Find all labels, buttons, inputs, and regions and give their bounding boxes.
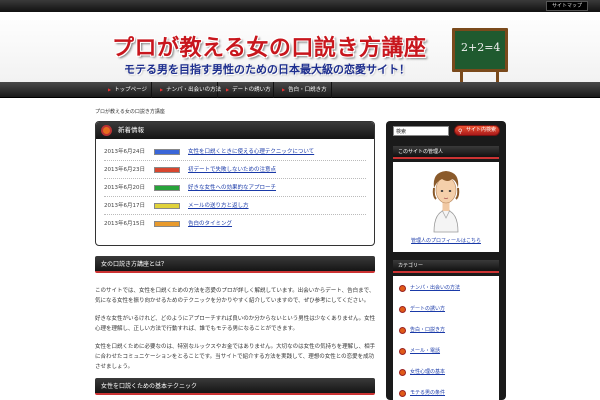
profile-heading: このサイトの管理人 <box>393 146 499 159</box>
search-button[interactable]: ⚲ サイト内検索 <box>454 125 500 136</box>
chalkboard-text: 2+2=4 <box>461 41 501 54</box>
category-link[interactable]: デートの誘い方 <box>399 304 445 314</box>
category-link[interactable]: メール・電話 <box>399 346 440 356</box>
news-item: 2013年6月24日 女性を口説くときに使える心理テクニックについて <box>104 143 366 161</box>
news-item: 2013年6月15日 告白のタイミング <box>104 215 366 233</box>
news-link[interactable]: 好きな女性への効果的なアプローチ <box>188 179 276 197</box>
technique-heading: 女性を口説くための基本テクニック <box>95 378 375 395</box>
intro-paragraph: 女性を口説くために必要なのは、特別なルックスやお金ではありません。大切なのは女性… <box>95 344 376 370</box>
arrow-icon: ▶ <box>160 87 164 92</box>
news-link[interactable]: メールの送り方と返し方 <box>188 197 249 215</box>
nav-item-date[interactable]: ▶ デートの誘い方 <box>218 82 274 98</box>
site-tagline: モテる男を目指す男性のための日本最大級の恋愛サイト！ <box>124 63 410 76</box>
category-link[interactable]: モテる男の条件 <box>399 388 445 398</box>
category-link[interactable]: 女性心理の基本 <box>399 367 445 377</box>
categories-box: ナンパ・出会いの方法 デートの誘い方 告白・口説き方 メール・電話 女性心理の基… <box>393 276 499 400</box>
news-link[interactable]: 告白のタイミング <box>188 215 232 233</box>
arrow-icon: ▶ <box>226 87 230 92</box>
news-panel: 新着情報 2013年6月24日 女性を口説くときに使える心理テクニックについて … <box>95 121 375 246</box>
profile-box: 管理人のプロフィールはこちら <box>393 162 499 252</box>
intro-heading: 女の口説き方講座とは？ <box>95 256 375 273</box>
avatar <box>432 171 460 233</box>
nav-item-encounter[interactable]: ▶ ナンパ・出会いの方法 <box>152 82 221 98</box>
breadcrumb[interactable]: プロが教える女の口説き方講座 <box>95 108 165 115</box>
bullet-icon <box>399 369 406 376</box>
site-header: プロが教える女の口説き方講座 モテる男を目指す男性のための日本最大級の恋愛サイト… <box>0 12 600 88</box>
news-item: 2013年6月17日 メールの送り方と返し方 <box>104 197 366 215</box>
news-date: 2013年6月15日 <box>104 221 145 227</box>
news-date: 2013年6月17日 <box>104 203 145 209</box>
news-date: 2013年6月20日 <box>104 185 145 191</box>
news-item: 2013年6月20日 好きな女性への効果的なアプローチ <box>104 179 366 197</box>
circle-icon <box>101 125 112 136</box>
sitemap-button[interactable]: サイトマップ <box>545 1 588 11</box>
category-badge <box>154 221 180 227</box>
category-badge <box>154 149 180 155</box>
categories-heading: カテゴリー <box>393 260 499 273</box>
nav-item-home[interactable]: ▶ トップページ <box>100 82 152 98</box>
nav-item-confession[interactable]: ▶ 告白・口説き方 <box>274 82 332 98</box>
arrow-icon: ▶ <box>108 87 112 92</box>
news-item: 2013年6月23日 初デートで失敗しないための注意点 <box>104 161 366 179</box>
search-icon: ⚲ <box>458 128 463 135</box>
bullet-icon <box>399 348 406 355</box>
category-link[interactable]: 告白・口説き方 <box>399 325 445 335</box>
news-date: 2013年6月24日 <box>104 149 145 155</box>
news-header: 新着情報 <box>96 122 374 139</box>
arrow-icon: ▶ <box>282 87 286 92</box>
top-bar: サイトマップ <box>0 0 600 12</box>
chalkboard-image: 2+2=4 <box>452 28 508 88</box>
search-input[interactable] <box>393 126 449 136</box>
intro-paragraph: 好きな女性がいるけれど、どのようにアプローチすれば良いのか分からないという男性は… <box>95 316 376 332</box>
news-link[interactable]: 女性を口説くときに使える心理テクニックについて <box>188 143 314 161</box>
category-link[interactable]: ナンパ・出会いの方法 <box>399 283 460 293</box>
site-title[interactable]: プロが教える女の口説き方講座 <box>112 30 426 62</box>
news-date: 2013年6月23日 <box>104 167 145 173</box>
bullet-icon <box>399 390 406 397</box>
category-badge <box>154 203 180 209</box>
intro-paragraph: このサイトでは、女性を口説くための方法を恋愛のプロが詳しく解説しています。出会い… <box>95 288 375 304</box>
news-link[interactable]: 初デートで失敗しないための注意点 <box>188 161 276 179</box>
category-badge <box>154 185 180 191</box>
main-nav: ▶ トップページ ▶ ナンパ・出会いの方法 ▶ デートの誘い方 ▶ 告白・口説き方 <box>0 82 600 98</box>
bullet-icon <box>399 327 406 334</box>
bullet-icon <box>399 306 406 313</box>
profile-link[interactable]: 管理人のプロフィールはこちら <box>393 237 499 244</box>
category-badge <box>154 167 180 173</box>
bullet-icon <box>399 285 406 292</box>
